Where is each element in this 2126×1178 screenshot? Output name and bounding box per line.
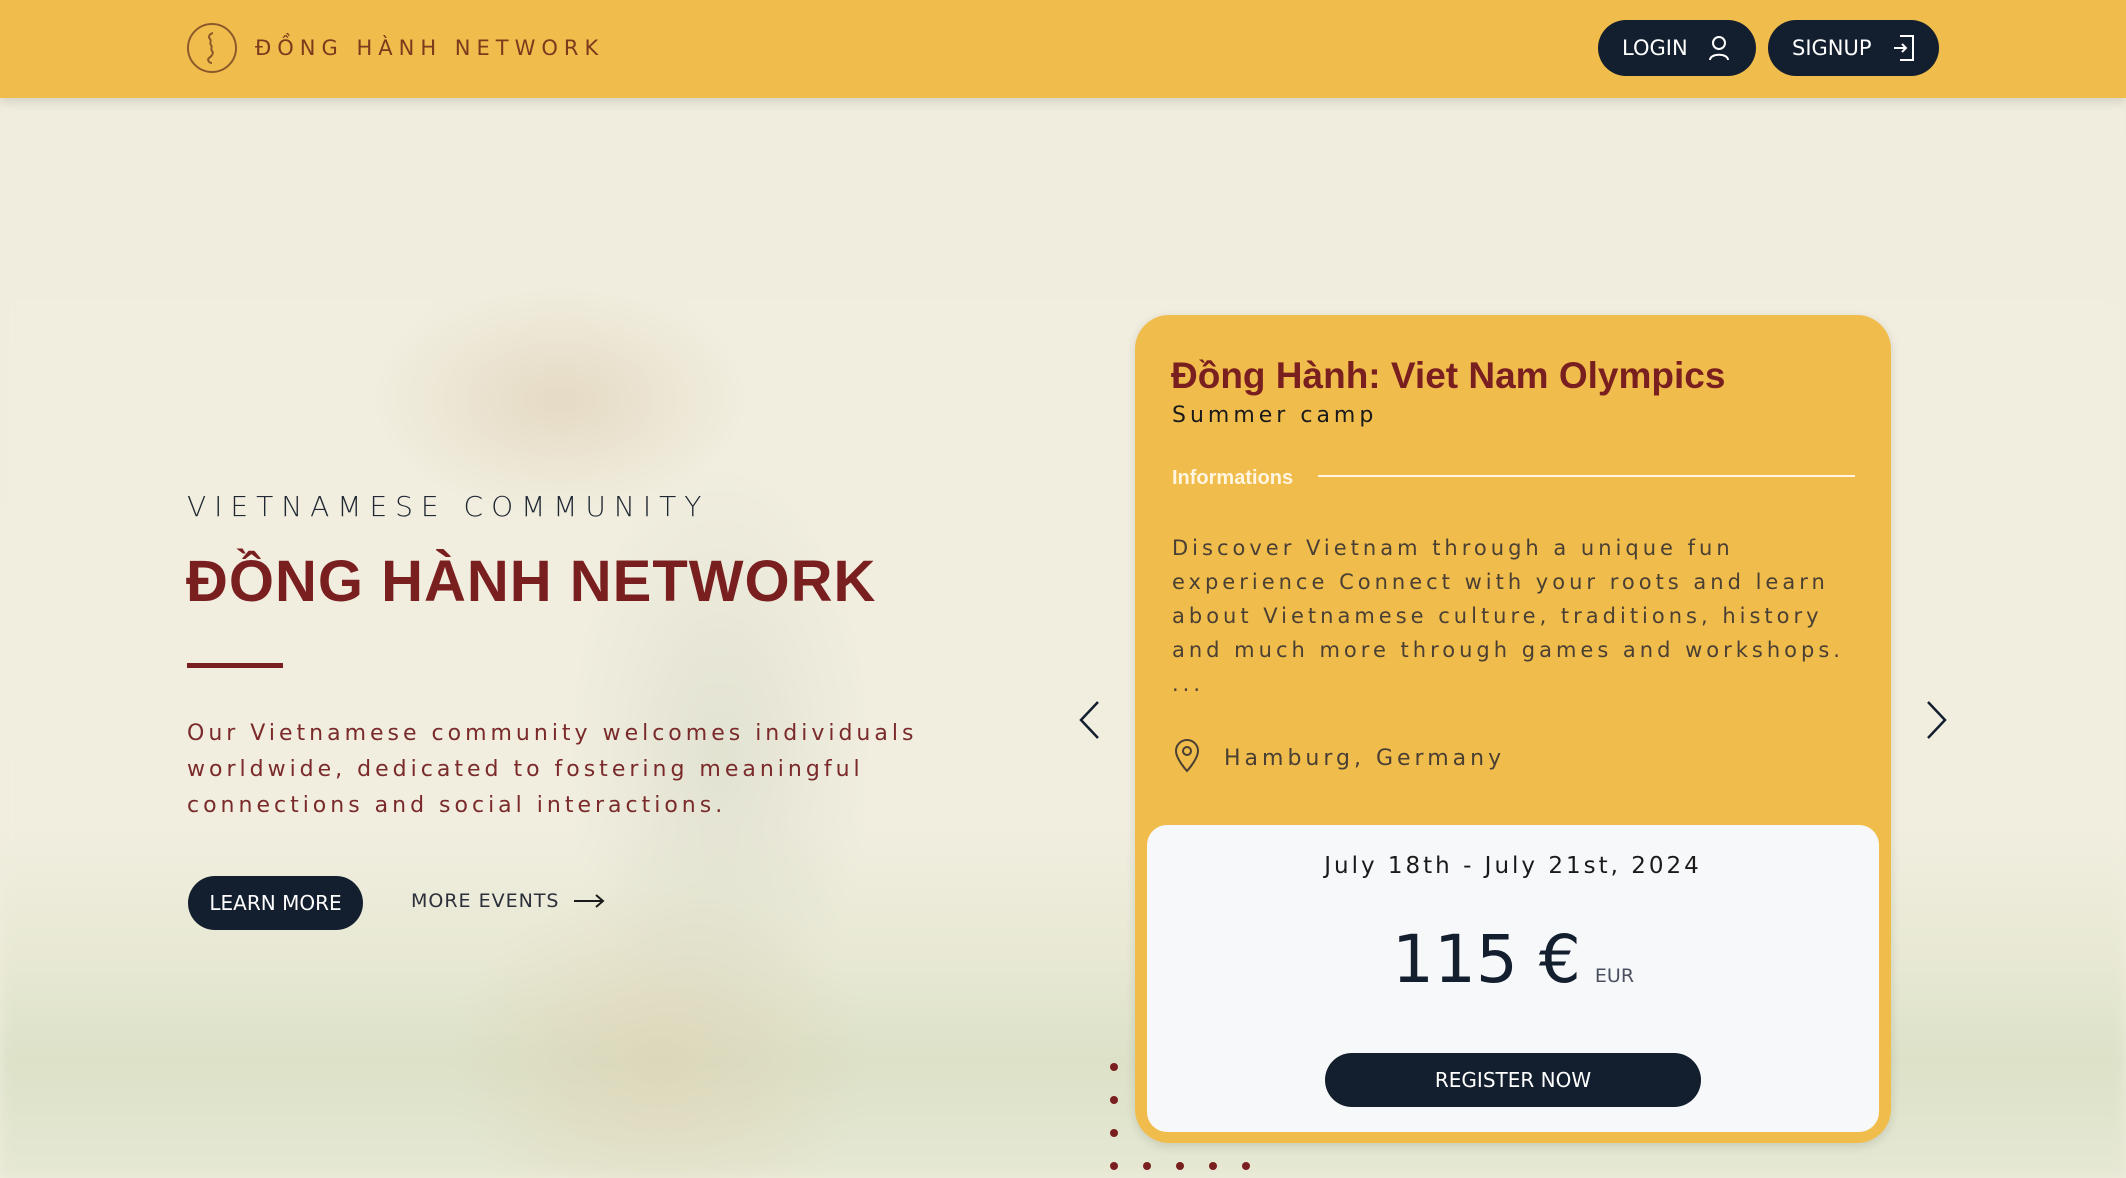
event-subtitle: Summer camp	[1172, 403, 1378, 428]
dot	[1209, 1162, 1217, 1170]
dot	[1110, 1063, 1118, 1071]
brand-name: ĐỒNG HÀNH NETWORK	[255, 36, 605, 60]
dot	[1110, 1162, 1118, 1170]
more-events-link[interactable]: MORE EVENTS	[411, 890, 606, 912]
dot	[1242, 1162, 1250, 1170]
dot	[1176, 1162, 1184, 1170]
price-panel: July 18th - July 21st, 2024 115 € EUR RE…	[1147, 825, 1879, 1132]
price-amount: 115 €	[1391, 921, 1581, 998]
hero-eyebrow: VIETNAMESE COMMUNITY	[187, 490, 710, 523]
event-title: Đồng Hành: Viet Nam Olympics	[1171, 355, 1726, 396]
register-now-button[interactable]: REGISTER NOW	[1325, 1053, 1701, 1107]
carousel-next-button[interactable]	[1922, 700, 1952, 744]
event-date-range: July 18th - July 21st, 2024	[1324, 853, 1702, 879]
top-bar: ĐỒNG HÀNH NETWORK LOGIN SIGNUP	[0, 0, 2126, 98]
vietnam-map-logo-icon	[187, 23, 237, 73]
chevron-left-icon	[1078, 700, 1100, 745]
more-events-label: MORE EVENTS	[411, 890, 560, 912]
carousel-prev-button[interactable]	[1074, 700, 1104, 744]
hero-description: Our Vietnamese community welcomes indivi…	[187, 721, 918, 818]
chevron-right-icon	[1926, 700, 1948, 745]
informations-label: Informations	[1172, 467, 1294, 489]
location-text: Hamburg, Germany	[1224, 746, 1506, 771]
learn-more-button[interactable]: LEARN MORE	[188, 876, 363, 930]
hero-title: ĐỒNG HÀNH NETWORK	[186, 549, 877, 614]
signup-button[interactable]: SIGNUP	[1768, 20, 1939, 76]
dot	[1110, 1129, 1118, 1137]
brand[interactable]: ĐỒNG HÀNH NETWORK	[187, 23, 604, 73]
login-label: LOGIN	[1622, 36, 1688, 60]
event-card: Đồng Hành: Viet Nam Olympics Summer camp…	[1135, 315, 1891, 1143]
dot	[1110, 1096, 1118, 1104]
event-description: Discover Vietnam through a unique fun ex…	[1172, 536, 1844, 696]
sign-in-icon	[1892, 34, 1916, 62]
arrow-right-icon	[573, 893, 606, 909]
dot	[1143, 1162, 1151, 1170]
map-pin-icon	[1172, 739, 1202, 778]
price-currency: EUR	[1594, 965, 1635, 987]
signup-label: SIGNUP	[1792, 36, 1872, 60]
login-button[interactable]: LOGIN	[1598, 20, 1756, 76]
price-row: 115 € EUR	[1147, 921, 1879, 998]
title-divider	[187, 663, 283, 668]
user-icon	[1708, 35, 1730, 61]
informations-divider	[1318, 475, 1855, 477]
event-location: Hamburg, Germany	[1172, 739, 1505, 778]
